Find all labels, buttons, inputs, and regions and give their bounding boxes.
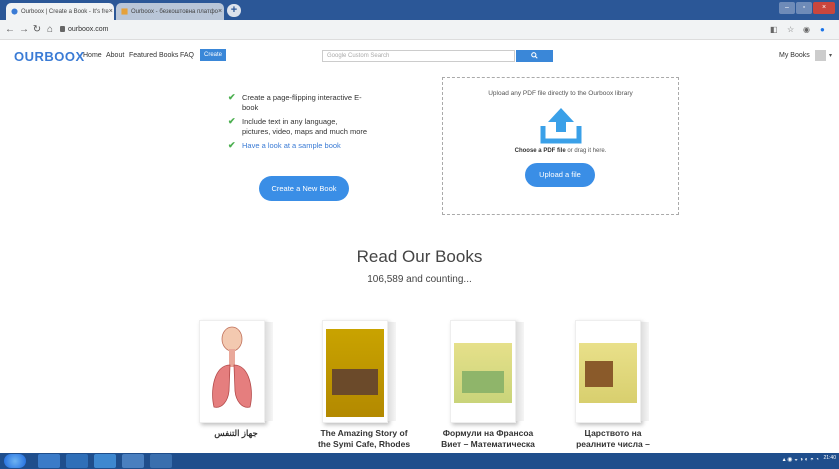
chrome-icon[interactable] — [94, 454, 116, 468]
drag-text: or drag it here. — [565, 148, 607, 154]
star-icon[interactable]: ☆ — [787, 24, 794, 36]
nav-home[interactable]: Home — [83, 52, 102, 59]
address-bar: ← → ↻ ⌂ ourboox.com ◧ ☆ ◉ ● — [0, 20, 839, 40]
tab-label: Ourboox - безкоштовна платфо — [131, 8, 219, 15]
feature-item: ✔ Create a page-flipping interactive E- … — [228, 92, 392, 112]
chest-illustration — [585, 361, 613, 387]
system-tray: ▴ ◉ ◒ ◑ ◐ ◓ ◔ — [782, 457, 819, 463]
start-button[interactable] — [4, 454, 26, 468]
home-icon[interactable]: ⌂ — [44, 23, 56, 37]
check-icon: ✔ — [228, 140, 236, 150]
choose-file-link[interactable]: Choose a PDF file — [515, 148, 566, 154]
create-new-book-button[interactable]: Create a New Book — [259, 176, 349, 201]
book-spine — [388, 322, 396, 421]
translate-icon[interactable]: ◧ — [770, 24, 778, 36]
book-title-line: Виет – Математическа — [441, 439, 535, 449]
cover-art — [326, 329, 384, 417]
book-title[interactable]: جهاز التنفس — [176, 428, 296, 439]
book-cover[interactable] — [450, 320, 524, 423]
book-title[interactable]: Формули на Франсоа Виет – Математическа — [428, 428, 548, 450]
book-title-line: Формули на Франсоа — [442, 428, 534, 438]
windows-taskbar: ▴ ◉ ◒ ◑ ◐ ◓ ◔ 21:40 — [0, 453, 839, 469]
book-cover[interactable] — [322, 320, 396, 423]
opera-icon[interactable] — [122, 454, 144, 468]
forward-arrow-icon[interactable]: → — [18, 23, 30, 37]
pdf-dropzone[interactable]: Upload any PDF file directly to the Ourb… — [442, 77, 679, 215]
ourboox-favicon-icon — [121, 8, 128, 15]
site-navbar: OURBOOX Home About Featured Books FAQ Cr… — [0, 40, 839, 72]
screen: Ourboox | Create a Book - It's fre × Our… — [0, 0, 839, 469]
reload-icon[interactable]: ↻ — [31, 23, 43, 37]
tab-ourboox-ua[interactable]: Ourboox - безкоштовна платфо × — [116, 3, 224, 20]
browser-tab-strip: Ourboox | Create a Book - It's fre × Our… — [0, 0, 839, 20]
new-tab-button[interactable]: + — [227, 4, 241, 17]
minimize-icon[interactable]: – — [779, 2, 795, 14]
nav-faq[interactable]: FAQ — [180, 52, 194, 59]
feature-line: Create a page-flipping interactive E- — [242, 93, 362, 102]
explorer-icon[interactable] — [38, 454, 60, 468]
cover-page — [199, 320, 265, 423]
book-title[interactable]: The Amazing Story of the Symi Cafe, Rhod… — [304, 428, 424, 450]
check-icon: ✔ — [228, 92, 236, 102]
extension-icon[interactable]: ◉ — [803, 24, 810, 36]
book-title-line: Царството на — [584, 428, 642, 438]
book-spine — [265, 322, 273, 421]
castle-illustration — [462, 371, 504, 393]
book-count: 106,589 and counting... — [367, 274, 472, 285]
my-books-link[interactable]: My Books — [779, 52, 810, 59]
back-arrow-icon[interactable]: ← — [4, 23, 16, 37]
profile-icon[interactable]: ● — [820, 24, 825, 36]
cover-page — [322, 320, 388, 423]
window-controls: – ▫ × — [779, 2, 835, 16]
search-icon — [531, 52, 538, 59]
upload-title: Upload any PDF file directly to the Ourb… — [488, 90, 633, 97]
book-title-line: The Amazing Story of — [320, 428, 408, 438]
book-title-line: جهاز التنفس — [214, 428, 258, 438]
sample-book-link[interactable]: Have a look at a sample book — [232, 141, 392, 151]
choose-file-text: Choose a PDF file or drag it here. — [443, 148, 678, 154]
clock: 21:40 — [823, 455, 836, 461]
feature-item: ✔ Have a look at a sample book — [228, 140, 392, 151]
chevron-down-icon[interactable]: ▾ — [829, 52, 832, 59]
create-button[interactable]: Create — [200, 49, 226, 61]
book-title-line: реалните числа – — [576, 439, 650, 449]
check-icon: ✔ — [228, 116, 236, 126]
book-spine — [516, 322, 524, 421]
book-title[interactable]: Царството на реалните числа – — [553, 428, 673, 450]
cover-art — [579, 343, 637, 403]
nav-about[interactable]: About — [106, 52, 124, 59]
feature-item: ✔ Include text in any language, pictures… — [228, 116, 392, 136]
cover-page — [450, 320, 516, 423]
section-heading: Read Our Books — [356, 247, 483, 266]
book-spine — [641, 322, 649, 421]
upload-icon — [540, 108, 582, 144]
feature-line: book — [242, 102, 259, 112]
ourboox-favicon-icon — [11, 8, 18, 15]
folder-icon[interactable] — [150, 454, 172, 468]
nav-featured-books[interactable]: Featured Books — [129, 52, 178, 59]
close-icon[interactable]: × — [218, 8, 222, 15]
ie-icon[interactable] — [66, 454, 88, 468]
tab-label: Ourboox | Create a Book - It's fre — [21, 8, 109, 15]
url-input[interactable]: ourboox.com — [68, 24, 108, 36]
search-input[interactable]: Google Custom Search — [322, 50, 515, 62]
close-icon[interactable]: × — [109, 8, 113, 15]
cafe-photo — [332, 369, 378, 395]
upload-file-button[interactable]: Upload a file — [525, 163, 595, 187]
ourboox-logo[interactable]: OURBOOX — [14, 49, 85, 64]
window-close-icon[interactable]: × — [813, 2, 835, 14]
maximize-icon[interactable]: ▫ — [796, 2, 812, 14]
respiratory-illustration — [212, 326, 252, 408]
book-title-line: the Symi Cafe, Rhodes — [317, 439, 411, 449]
lock-icon — [60, 26, 65, 32]
avatar[interactable] — [815, 50, 826, 61]
book-cover[interactable] — [199, 320, 273, 423]
feature-line: Include text in any language, — [242, 117, 338, 126]
feature-line: pictures, video, maps and much more — [242, 126, 368, 136]
book-cover[interactable] — [575, 320, 649, 423]
search-button[interactable] — [516, 50, 553, 62]
tab-ourboox-create[interactable]: Ourboox | Create a Book - It's fre × — [6, 3, 114, 20]
cover-page — [575, 320, 641, 423]
cover-art — [454, 343, 512, 403]
